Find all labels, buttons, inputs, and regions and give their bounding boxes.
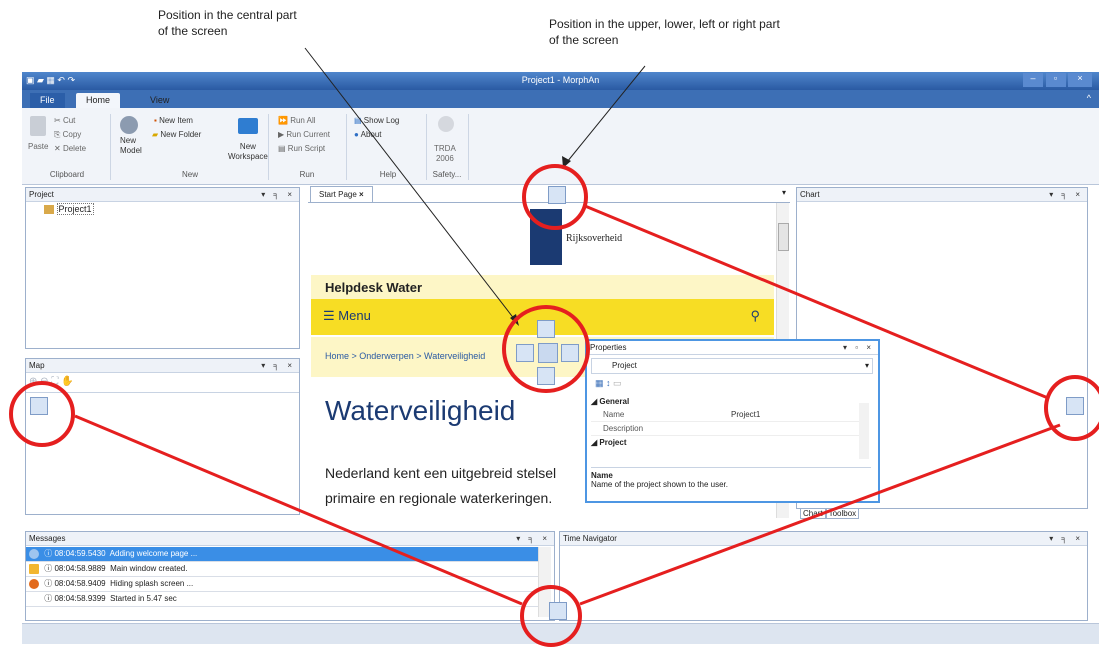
dock-top-button[interactable] [548, 186, 566, 204]
dock-center-top-button[interactable] [537, 320, 555, 338]
dock-right-button[interactable] [1066, 397, 1084, 415]
dock-center-fill-button[interactable] [538, 343, 558, 363]
pointer-line-central [304, 47, 516, 321]
dock-bottom-button[interactable] [549, 602, 567, 620]
dock-center-bottom-button[interactable] [537, 367, 555, 385]
dock-center-left-button[interactable] [516, 344, 534, 362]
dock-left-button[interactable] [30, 397, 48, 415]
red-connector-top-right [584, 204, 1049, 400]
pointer-line-edges [566, 65, 646, 163]
red-connector-right-bottom [579, 423, 1061, 606]
red-connector-left-bottom [74, 414, 523, 606]
dock-center-right-button[interactable] [561, 344, 579, 362]
